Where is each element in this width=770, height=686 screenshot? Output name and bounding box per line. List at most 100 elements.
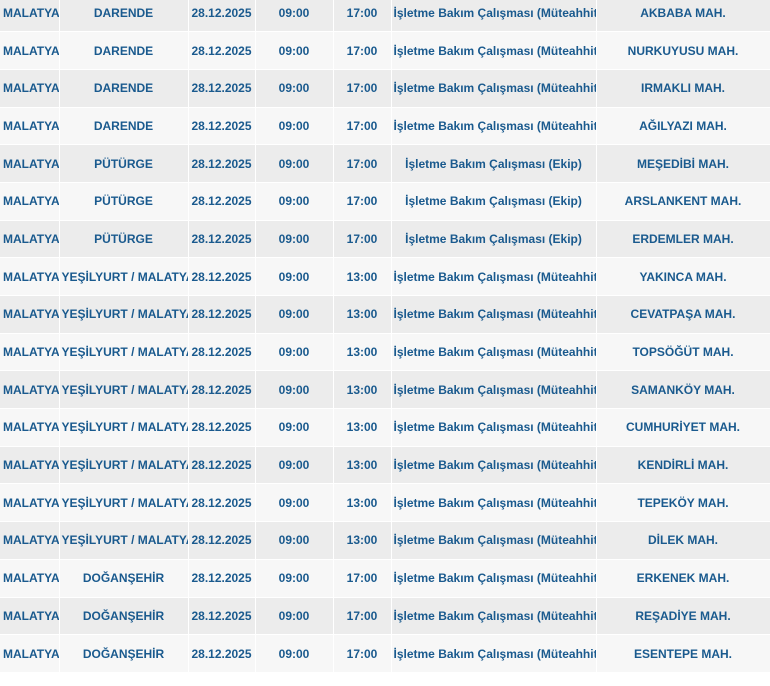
date-cell: 28.12.2025 <box>188 107 256 146</box>
end-time-cell: 17:00 <box>333 597 392 636</box>
work-type-cell: İşletme Bakım Çalışması (Müteahhit) <box>391 634 597 673</box>
district-cell: DOĞANŞEHİR <box>59 634 189 673</box>
work-type-cell: İşletme Bakım Çalışması (Müteahhit) <box>391 559 597 598</box>
city-cell: MALATYA <box>0 483 60 523</box>
neighborhood-cell: ERKENEK MAH. <box>596 559 770 598</box>
start-time-cell: 09:00 <box>255 144 334 183</box>
neighborhood-cell: KENDİRLİ MAH. <box>596 446 770 485</box>
city-cell: MALATYA <box>0 0 60 33</box>
table-row: MALATYA YEŞİLYURT / MALATYA 28.12.2025 09:0… <box>0 521 770 560</box>
table-row: MALATYA YEŞİLYURT / MALATYA 28.12.2025 09:0… <box>0 257 770 296</box>
date-cell: 28.12.2025 <box>188 559 256 598</box>
start-time-cell: 09:00 <box>255 370 334 410</box>
end-time-cell: 13:00 <box>333 295 392 334</box>
date-cell: 28.12.2025 <box>188 182 256 221</box>
table-row: MALATYA DARENDE 28.12.2025 09:00 17:00 İşletm… <box>0 31 770 70</box>
table-row: MALATYA YEŞİLYURT / MALATYA 28.12.2025 09:0… <box>0 370 770 410</box>
city-cell: MALATYA <box>0 370 60 410</box>
work-type-cell: İşletme Bakım Çalışması (Ekip) <box>391 220 597 259</box>
end-time-cell: 17:00 <box>333 31 392 70</box>
table-row: MALATYA YEŞİLYURT / MALATYA 28.12.2025 09:0… <box>0 446 770 485</box>
work-type-cell: İşletme Bakım Çalışması (Müteahhit) <box>391 408 597 447</box>
date-cell: 28.12.2025 <box>188 333 256 372</box>
work-type-cell: İşletme Bakım Çalışması (Müteahhit) <box>391 0 597 33</box>
table-row: MALATYA YEŞİLYURT / MALATYA 28.12.2025 09:0… <box>0 483 770 523</box>
start-time-cell: 09:00 <box>255 257 334 296</box>
neighborhood-cell: REŞADİYE MAH. <box>596 597 770 636</box>
city-cell: MALATYA <box>0 182 60 221</box>
neighborhood-cell: ARSLANKENT MAH. <box>596 182 770 221</box>
start-time-cell: 09:00 <box>255 107 334 146</box>
district-cell: DOĞANŞEHİR <box>59 559 189 598</box>
end-time-cell: 17:00 <box>333 144 392 183</box>
end-time-cell: 13:00 <box>333 483 392 523</box>
table-row: MALATYA YEŞİLYURT / MALATYA 28.12.2025 09:0… <box>0 333 770 372</box>
city-cell: MALATYA <box>0 597 60 636</box>
city-cell: MALATYA <box>0 333 60 372</box>
start-time-cell: 09:00 <box>255 408 334 447</box>
neighborhood-cell: TOPSÖĞÜT MAH. <box>596 333 770 372</box>
start-time-cell: 09:00 <box>255 220 334 259</box>
work-type-cell: İşletme Bakım Çalışması (Müteahhit) <box>391 69 597 108</box>
district-cell: YEŞİLYURT / MALATYA <box>59 521 189 560</box>
city-cell: MALATYA <box>0 220 60 259</box>
work-type-cell: İşletme Bakım Çalışması (Müteahhit) <box>391 446 597 485</box>
table-row: MALATYA PÜTÜRGE 28.12.2025 09:00 17:00 İşletm… <box>0 144 770 183</box>
neighborhood-cell: SAMANKÖY MAH. <box>596 370 770 410</box>
outage-table: MALATYA DARENDE 28.12.2025 09:00 17:00 İşletm… <box>0 0 770 673</box>
start-time-cell: 09:00 <box>255 559 334 598</box>
city-cell: MALATYA <box>0 295 60 334</box>
date-cell: 28.12.2025 <box>188 634 256 673</box>
outage-table-body: MALATYA DARENDE 28.12.2025 09:00 17:00 İşletm… <box>0 0 770 673</box>
district-cell: DARENDE <box>59 107 189 146</box>
neighborhood-cell: DİLEK MAH. <box>596 521 770 560</box>
district-cell: DARENDE <box>59 31 189 70</box>
end-time-cell: 13:00 <box>333 446 392 485</box>
city-cell: MALATYA <box>0 408 60 447</box>
work-type-cell: İşletme Bakım Çalışması (Müteahhit) <box>391 333 597 372</box>
city-cell: MALATYA <box>0 521 60 560</box>
start-time-cell: 09:00 <box>255 0 334 33</box>
district-cell: PÜTÜRGE <box>59 182 189 221</box>
table-row: MALATYA DOĞANŞEHİR 28.12.2025 09:00 17:00 İşl… <box>0 634 770 673</box>
neighborhood-cell: YAKINCA MAH. <box>596 257 770 296</box>
start-time-cell: 09:00 <box>255 295 334 334</box>
neighborhood-cell: TEPEKÖY MAH. <box>596 483 770 523</box>
start-time-cell: 09:00 <box>255 182 334 221</box>
start-time-cell: 09:00 <box>255 446 334 485</box>
work-type-cell: İşletme Bakım Çalışması (Müteahhit) <box>391 597 597 636</box>
neighborhood-cell: ESENTEPE MAH. <box>596 634 770 673</box>
start-time-cell: 09:00 <box>255 31 334 70</box>
work-type-cell: İşletme Bakım Çalışması (Müteahhit) <box>391 257 597 296</box>
district-cell: PÜTÜRGE <box>59 220 189 259</box>
date-cell: 28.12.2025 <box>188 257 256 296</box>
district-cell: YEŞİLYURT / MALATYA <box>59 370 189 410</box>
end-time-cell: 13:00 <box>333 408 392 447</box>
end-time-cell: 13:00 <box>333 521 392 560</box>
city-cell: MALATYA <box>0 31 60 70</box>
date-cell: 28.12.2025 <box>188 0 256 33</box>
table-row: MALATYA DOĞANŞEHİR 28.12.2025 09:00 17:00 İşl… <box>0 597 770 636</box>
city-cell: MALATYA <box>0 144 60 183</box>
city-cell: MALATYA <box>0 634 60 673</box>
table-row: MALATYA PÜTÜRGE 28.12.2025 09:00 17:00 İşletm… <box>0 220 770 259</box>
start-time-cell: 09:00 <box>255 634 334 673</box>
date-cell: 28.12.2025 <box>188 220 256 259</box>
city-cell: MALATYA <box>0 446 60 485</box>
district-cell: DOĞANŞEHİR <box>59 597 189 636</box>
work-type-cell: İşletme Bakım Çalışması (Müteahhit) <box>391 31 597 70</box>
date-cell: 28.12.2025 <box>188 521 256 560</box>
start-time-cell: 09:00 <box>255 597 334 636</box>
neighborhood-cell: IRMAKLI MAH. <box>596 69 770 108</box>
district-cell: PÜTÜRGE <box>59 144 189 183</box>
end-time-cell: 17:00 <box>333 182 392 221</box>
district-cell: DARENDE <box>59 0 189 33</box>
table-row: MALATYA DARENDE 28.12.2025 09:00 17:00 İşletm… <box>0 107 770 146</box>
district-cell: YEŞİLYURT / MALATYA <box>59 257 189 296</box>
work-type-cell: İşletme Bakım Çalışması (Müteahhit) <box>391 521 597 560</box>
district-cell: YEŞİLYURT / MALATYA <box>59 446 189 485</box>
end-time-cell: 17:00 <box>333 69 392 108</box>
end-time-cell: 17:00 <box>333 0 392 33</box>
date-cell: 28.12.2025 <box>188 597 256 636</box>
end-time-cell: 13:00 <box>333 370 392 410</box>
